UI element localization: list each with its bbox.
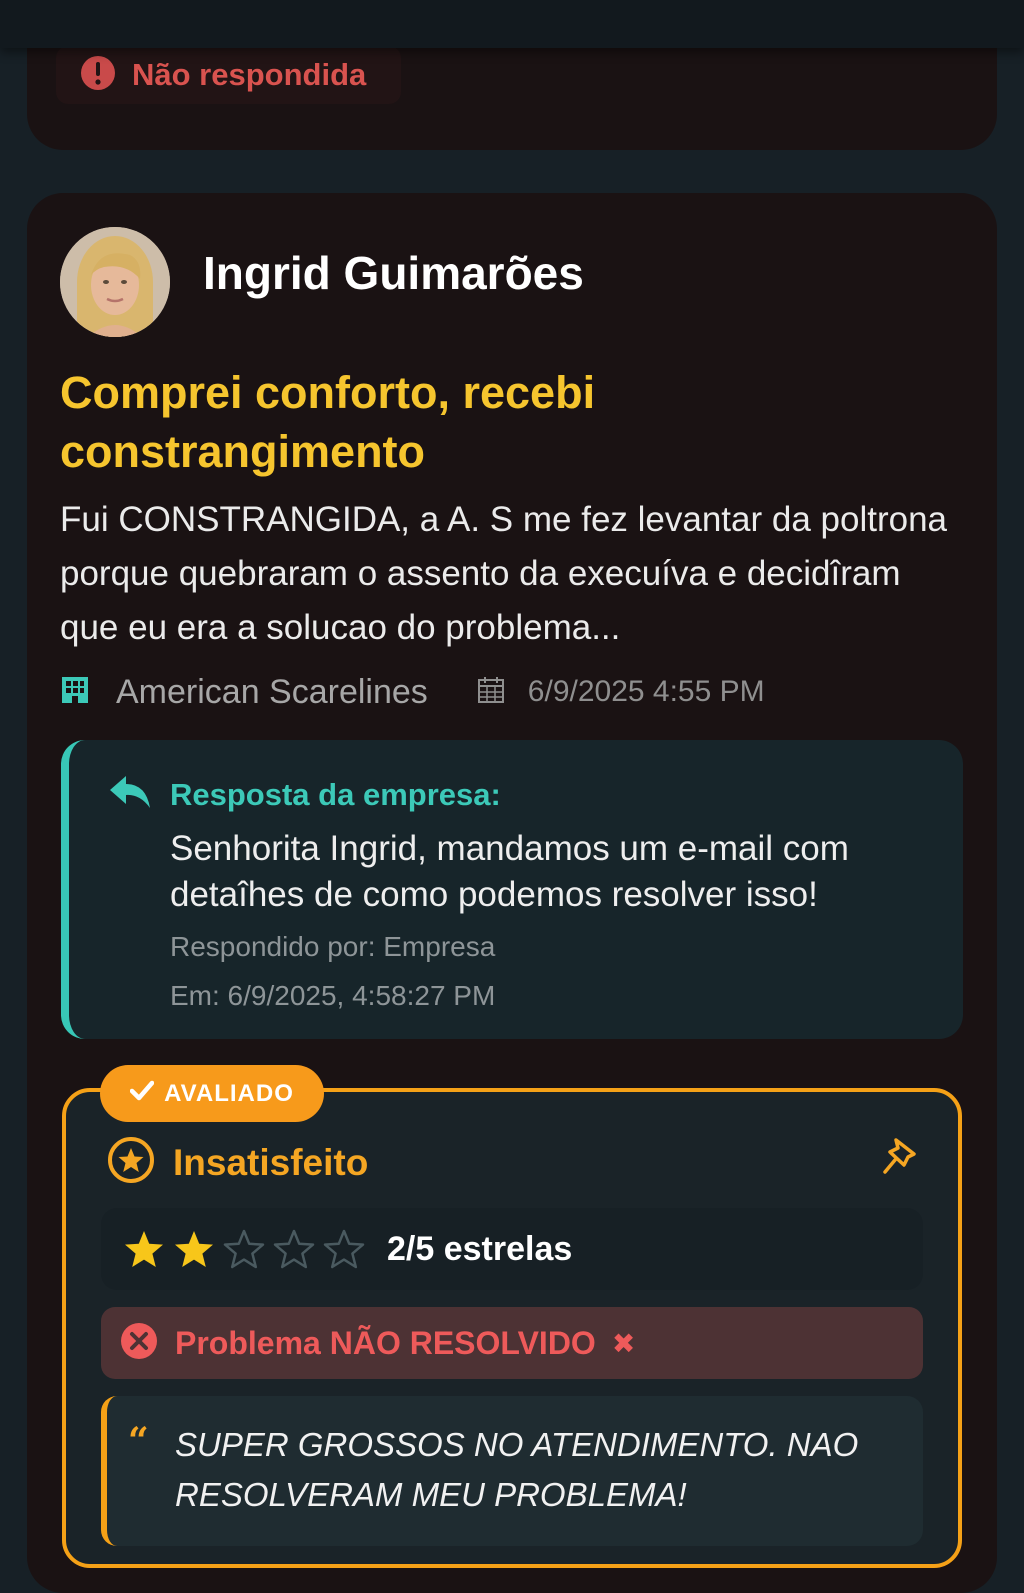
review-title: Comprei conforto, recebi constrangimento — [60, 367, 596, 477]
rating-label: 2/5 estrelas — [387, 1229, 573, 1268]
review-meta: American Scarelines 6/9/2025 4:55 PM — [60, 670, 765, 714]
evaluation-comment: SUPER GROSSOS NO ATENDIMENTO. NAO RESOLV… — [175, 1426, 859, 1513]
review-date: 6/9/2025 4:55 PM — [527, 675, 765, 708]
satisfaction-label: Insatisfeito — [173, 1141, 369, 1183]
star-empty-icon — [223, 1229, 265, 1269]
responded-at: Em: 6/9/2025, 4:58:27 PM — [170, 980, 496, 1011]
star-empty-icon — [323, 1229, 365, 1269]
responded-by: Respondido por: Empresa — [170, 931, 496, 962]
top-app-bar — [0, 0, 1024, 48]
pin-icon[interactable] — [880, 1136, 920, 1183]
problem-status-mark: ✖ — [611, 1327, 636, 1359]
star-filled-icon — [125, 1231, 163, 1267]
company-name[interactable]: American Scarelines — [116, 673, 428, 712]
problem-status-label: Problema NÃO RESOLVIDO — [175, 1324, 596, 1361]
star-circle-icon — [107, 1136, 155, 1189]
author-name: Ingrid Guimarões — [203, 247, 584, 299]
review-body: Fui CONSTRANGIDA, a A. S me fez levantar… — [60, 500, 948, 647]
avatar — [60, 227, 170, 337]
star-empty-icon — [273, 1229, 315, 1269]
problem-status: Problema NÃO RESOLVIDO ✖ — [101, 1307, 923, 1379]
rating-stars — [123, 1229, 365, 1269]
building-icon — [60, 675, 90, 710]
company-reply-header: Resposta da empresa: — [106, 772, 501, 817]
rating-row: 2/5 estrelas — [101, 1208, 923, 1290]
evaluated-badge-label: AVALIADO — [164, 1079, 294, 1107]
company-reply-text: Senhorita Ingrid, mandamos um e-mail com… — [170, 829, 849, 914]
evaluated-badge: AVALIADO — [100, 1065, 324, 1122]
satisfaction-row: Insatisfeito — [107, 1136, 368, 1189]
check-icon — [129, 1080, 155, 1107]
x-circle-icon — [119, 1321, 159, 1366]
unanswered-status: Não respondida — [56, 46, 401, 104]
quote-mark: “ — [128, 1420, 149, 1462]
company-reply-label: Resposta da empresa: — [170, 776, 501, 812]
reply-arrow-icon — [106, 772, 152, 817]
exclamation-circle-icon — [80, 55, 116, 96]
star-filled-icon — [175, 1231, 213, 1267]
calendar-icon — [476, 675, 506, 710]
unanswered-label: Não respondida — [132, 57, 367, 92]
